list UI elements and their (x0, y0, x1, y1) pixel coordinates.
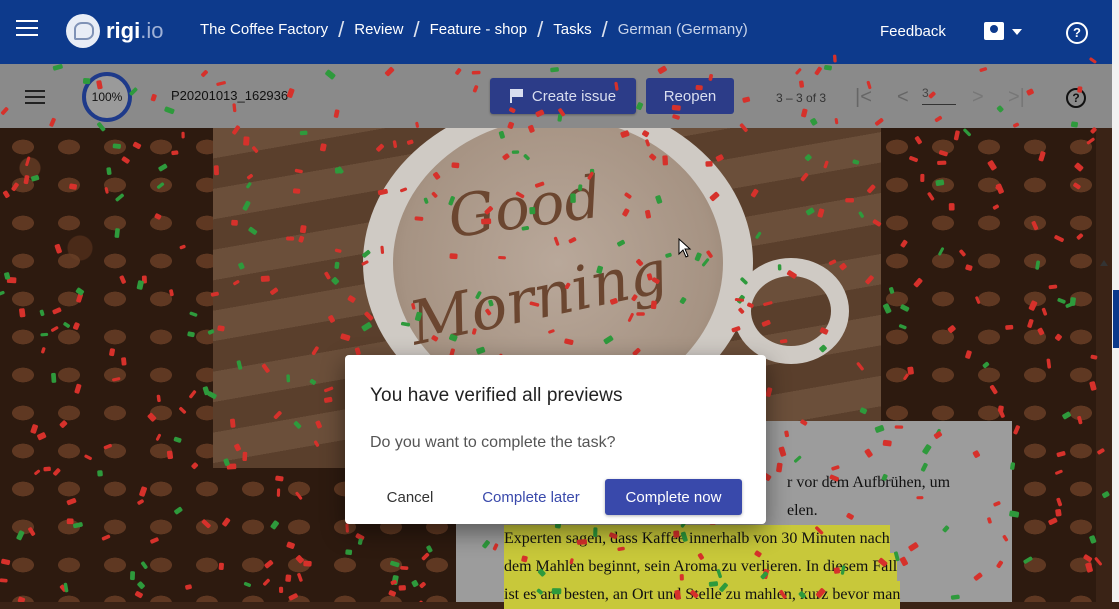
pager-range: 3 – 3 of 3 (776, 91, 827, 105)
confetti-piece (1097, 448, 1105, 455)
breadcrumb-separator: / (537, 17, 544, 42)
breadcrumb-language: German (Germany) (617, 21, 748, 38)
breadcrumb-review[interactable]: Review (354, 21, 403, 38)
highlighted-segment[interactable]: dem Mahlen beginnt, sein Aroma zu verlie… (504, 553, 898, 581)
scroll-up-arrow[interactable] (1100, 260, 1108, 266)
preview-id: P20201013_162936 (171, 88, 289, 103)
breadcrumb-separator: / (338, 17, 345, 42)
breadcrumb-tasks[interactable]: Tasks (553, 21, 591, 38)
mouse-cursor-icon (678, 238, 692, 258)
complete-later-button[interactable]: Complete later (467, 479, 595, 515)
next-page-icon[interactable]: > (972, 86, 984, 109)
doc-line: elen. (787, 502, 818, 519)
scrollbar-marker (1113, 290, 1119, 348)
logo-text: rigi.io (106, 18, 164, 43)
flag-icon (509, 89, 524, 103)
feedback-link[interactable]: Feedback (880, 23, 946, 40)
first-page-icon[interactable]: |< (855, 86, 872, 109)
highlighted-segment[interactable]: Experten sagen, dass Kaffee innerhalb vo… (504, 525, 890, 553)
breadcrumb-project[interactable]: The Coffee Factory (200, 21, 328, 38)
cancel-button[interactable]: Cancel (371, 479, 449, 515)
create-issue-button[interactable]: Create issue (490, 78, 636, 114)
progress-indicator: 100% (82, 72, 132, 122)
main-menu-icon[interactable] (16, 20, 38, 38)
breadcrumb: The Coffee Factory / Review / Feature - … (200, 17, 748, 42)
dialog-message: Do you want to complete the task? (370, 434, 616, 451)
complete-now-button[interactable]: Complete now (605, 479, 742, 515)
rigi-logo[interactable]: rigi.io (66, 14, 163, 48)
doc-line: r vor dem Aufbrühen, um (787, 474, 951, 491)
breadcrumb-separator: / (413, 17, 420, 42)
complete-task-dialog: You have verified all previews Do you wa… (345, 355, 766, 524)
confetti-piece (1102, 491, 1110, 499)
help-icon[interactable]: ? (1066, 22, 1088, 44)
reopen-button[interactable]: Reopen (646, 78, 734, 114)
breadcrumb-separator: / (601, 17, 608, 42)
preview-toolbar: 100% P20201013_162936 Create issue Reope… (0, 64, 1112, 128)
account-dropdown-icon[interactable] (1012, 29, 1022, 35)
toolbar-help-icon[interactable]: ? (1066, 88, 1086, 108)
previous-page-icon[interactable]: < (897, 86, 909, 109)
side-menu-icon[interactable] (25, 90, 45, 108)
highlighted-segment[interactable]: ist es am besten, an Ort und Stelle zu m… (504, 581, 901, 609)
breadcrumb-feature[interactable]: Feature - shop (430, 21, 528, 38)
top-navigation-bar: rigi.io The Coffee Factory / Review / Fe… (0, 0, 1112, 64)
dialog-title: You have verified all previews (370, 385, 623, 406)
page-number-input[interactable]: 3 (922, 86, 956, 105)
create-issue-label: Create issue (531, 87, 617, 105)
rigi-logo-icon (66, 14, 100, 48)
last-page-icon[interactable]: >| (1008, 86, 1025, 109)
account-icon[interactable] (984, 22, 1004, 40)
